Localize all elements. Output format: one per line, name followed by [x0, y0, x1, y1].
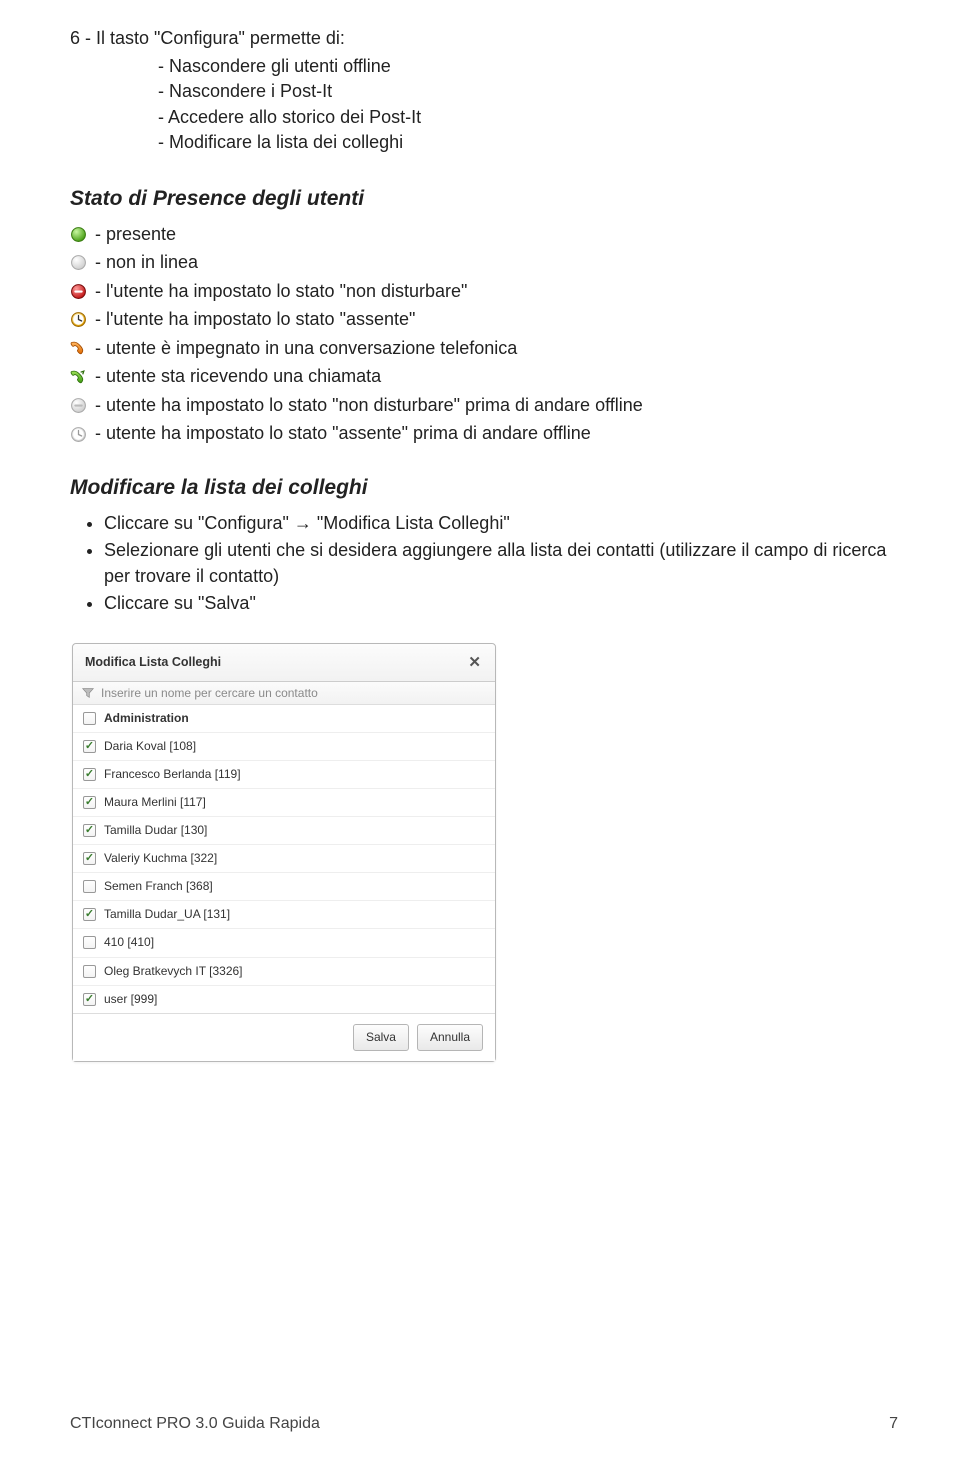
contact-row[interactable]: Daria Koval [108]: [73, 732, 495, 760]
contact-row[interactable]: Maura Merlini [117]: [73, 788, 495, 816]
contact-row[interactable]: Valeriy Kuchma [322]: [73, 844, 495, 872]
checkbox[interactable]: [83, 936, 96, 949]
presence-label: - non in linea: [95, 250, 198, 276]
contact-row[interactable]: Oleg Bratkevych IT [3326]: [73, 957, 495, 985]
search-input[interactable]: [101, 686, 487, 700]
dialog-title: Modifica Lista Colleghi: [85, 654, 221, 672]
footer-title: CTIconnect PRO 3.0 Guida Rapida: [70, 1413, 320, 1436]
presence-label: - utente sta ricevendo una chiamata: [95, 364, 381, 390]
contact-label: Tamilla Dudar [130]: [104, 822, 207, 839]
dot-green-icon: [70, 226, 87, 243]
checkbox[interactable]: [83, 796, 96, 809]
modify-step: Cliccare su "Configura" → "Modifica List…: [104, 511, 898, 537]
checkbox[interactable]: [83, 712, 96, 725]
modify-colleghi-dialog: Modifica Lista Colleghi ✕ Administration…: [72, 643, 496, 1062]
clock-yellow-icon: [70, 311, 87, 328]
contact-label: Daria Koval [108]: [104, 738, 196, 755]
contact-label: Valeriy Kuchma [322]: [104, 850, 217, 867]
intro-item: - Nascondere gli utenti offline: [70, 54, 898, 80]
intro-item: - Modificare la lista dei colleghi: [70, 130, 898, 156]
save-button[interactable]: Salva: [353, 1024, 409, 1051]
cancel-button[interactable]: Annulla: [417, 1024, 483, 1051]
presence-list: - presente - non in linea - l'utente ha …: [70, 222, 898, 447]
contact-row[interactable]: user [999]: [73, 985, 495, 1013]
phone-orange-icon: [70, 340, 87, 357]
presence-label: - utente ha impostato lo stato "assente"…: [95, 421, 591, 447]
contact-label: Administration: [104, 710, 189, 727]
presence-row: - utente ha impostato lo stato "assente"…: [70, 421, 898, 447]
presence-row: - l'utente ha impostato lo stato "non di…: [70, 279, 898, 305]
filter-icon: [81, 686, 95, 700]
contact-row[interactable]: Francesco Berlanda [119]: [73, 760, 495, 788]
phone-green-icon: [70, 369, 87, 386]
checkbox[interactable]: [83, 852, 96, 865]
contact-label: Semen Franch [368]: [104, 878, 213, 895]
contact-row[interactable]: 410 [410]: [73, 928, 495, 956]
dialog-body[interactable]: Administration Daria Koval [108] Francesco…: [73, 705, 495, 1012]
clock-grey-icon: [70, 426, 87, 443]
modify-heading: Modificare la lista dei colleghi: [70, 473, 898, 503]
dialog-search-bar: [73, 682, 495, 705]
intro-item: - Nascondere i Post-It: [70, 79, 898, 105]
contact-row[interactable]: Semen Franch [368]: [73, 872, 495, 900]
intro-lead: 6 - Il tasto "Configura" permette di:: [70, 26, 898, 52]
presence-label: - utente ha impostato lo stato "non dist…: [95, 393, 643, 419]
page-number: 7: [889, 1413, 898, 1436]
checkbox[interactable]: [83, 993, 96, 1006]
checkbox[interactable]: [83, 880, 96, 893]
presence-heading: Stato di Presence degli utenti: [70, 184, 898, 214]
configura-intro: 6 - Il tasto "Configura" permette di: - …: [70, 26, 898, 156]
presence-label: - l'utente ha impostato lo stato "non di…: [95, 279, 467, 305]
checkbox[interactable]: [83, 965, 96, 978]
presence-row: - utente ha impostato lo stato "non dist…: [70, 393, 898, 419]
contact-label: Tamilla Dudar_UA [131]: [104, 906, 230, 923]
presence-label: - utente è impegnato in una conversazion…: [95, 336, 517, 362]
presence-label: - presente: [95, 222, 176, 248]
presence-row: - non in linea: [70, 250, 898, 276]
contact-row[interactable]: Tamilla Dudar [130]: [73, 816, 495, 844]
presence-label: - l'utente ha impostato lo stato "assent…: [95, 307, 415, 333]
contact-label: 410 [410]: [104, 934, 154, 951]
checkbox[interactable]: [83, 740, 96, 753]
modify-steps: Cliccare su "Configura" → "Modifica List…: [70, 511, 898, 617]
contact-group-row[interactable]: Administration: [73, 705, 495, 732]
checkbox[interactable]: [83, 824, 96, 837]
contact-label: Francesco Berlanda [119]: [104, 766, 241, 783]
dialog-footer: Salva Annulla: [73, 1013, 495, 1061]
checkbox[interactable]: [83, 768, 96, 781]
page-footer: CTIconnect PRO 3.0 Guida Rapida 7: [70, 1413, 898, 1436]
modify-step: Selezionare gli utenti che si desidera a…: [104, 538, 898, 589]
dot-grey-icon: [70, 254, 87, 271]
contact-row[interactable]: Tamilla Dudar_UA [131]: [73, 900, 495, 928]
presence-row: - presente: [70, 222, 898, 248]
contact-label: user [999]: [104, 991, 157, 1008]
dnd-grey-icon: [70, 397, 87, 414]
contact-label: Oleg Bratkevych IT [3326]: [104, 963, 243, 980]
presence-row: - l'utente ha impostato lo stato "assent…: [70, 307, 898, 333]
checkbox[interactable]: [83, 908, 96, 921]
close-icon[interactable]: ✕: [464, 652, 485, 673]
modify-step: Cliccare su "Salva": [104, 591, 898, 617]
presence-row: - utente sta ricevendo una chiamata: [70, 364, 898, 390]
intro-item: - Accedere allo storico dei Post-It: [70, 105, 898, 131]
dialog-header: Modifica Lista Colleghi ✕: [73, 644, 495, 682]
dnd-red-icon: [70, 283, 87, 300]
presence-row: - utente è impegnato in una conversazion…: [70, 336, 898, 362]
contact-label: Maura Merlini [117]: [104, 794, 206, 811]
